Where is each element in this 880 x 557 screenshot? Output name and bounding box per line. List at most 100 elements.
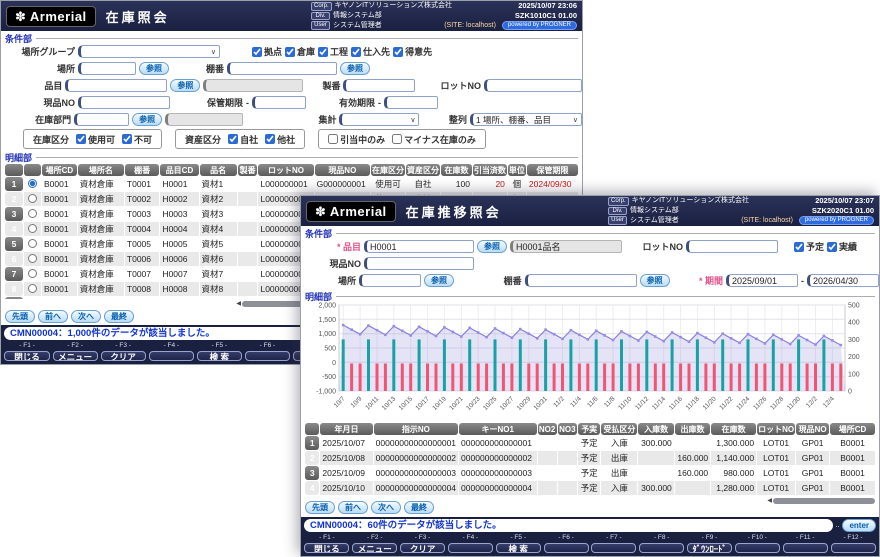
f5-button[interactable]: 検 索 [496,543,541,554]
page-last-button[interactable]: 最終 [104,310,134,323]
checkbox-minus-only[interactable]: マイナス在庫のみ [392,133,476,146]
f2-button[interactable]: メニュー [53,351,98,362]
shelf-input[interactable] [525,274,637,287]
row-select-radio[interactable] [28,209,37,218]
lot-input[interactable] [686,240,778,253]
checkbox-shiiresaki[interactable]: 仕入先 [351,45,390,58]
svg-text:11/28: 11/28 [769,395,785,411]
page-prev-button[interactable]: 前へ [338,501,368,514]
row-select-cell[interactable] [24,237,41,251]
row-select-radio[interactable] [28,224,37,233]
unusable-checkbox[interactable] [122,134,132,144]
checkbox-other[interactable]: 他社 [265,133,295,146]
actual-checkbox[interactable] [827,242,837,252]
seiban-input[interactable] [343,79,415,92]
kyoten-checkbox[interactable] [252,47,262,57]
table-row[interactable]: 32025/10/0900000000000000003000000000000… [305,466,875,480]
item-input[interactable] [65,79,167,92]
page-last-button[interactable]: 最終 [404,501,434,514]
place-input[interactable] [359,274,421,287]
row-select-radio[interactable] [28,179,37,188]
row-select-radio[interactable] [28,284,37,293]
place-group-select[interactable]: ∨ [78,45,220,58]
row-select-cell[interactable] [24,177,41,191]
yuko-limit-input[interactable] [384,96,438,109]
shelf-ref-button[interactable]: 参照 [640,274,670,287]
row-select-radio[interactable] [28,269,37,278]
item-ref-button[interactable]: 参照 [477,240,507,253]
table-row[interactable]: 1B0001資材倉庫T0001H0001資材1L000000001G000000… [5,177,578,191]
page-first-button[interactable]: 先頭 [5,310,35,323]
dept-input[interactable] [74,113,129,126]
checkbox-kyoten[interactable]: 拠点 [252,45,282,58]
table-row[interactable]: 42025/10/1000000000000000004000000000000… [305,481,875,495]
f1-button[interactable]: 閉じる [4,351,49,362]
item-input[interactable] [364,240,474,253]
sort-select[interactable]: 1 場所、棚番、品目∨ [470,113,582,126]
checkbox-koutei[interactable]: 工程 [318,45,348,58]
row-select-cell[interactable] [24,267,41,281]
cell: B0001 [42,252,77,266]
row-select-cell[interactable] [24,252,41,266]
row-select-radio[interactable] [28,299,37,300]
checkbox-allocated-only[interactable]: 引当中のみ [328,133,385,146]
row-select-cell[interactable] [24,222,41,236]
row-select-radio[interactable] [28,254,37,263]
page-first-button[interactable]: 先頭 [305,501,335,514]
koutei-checkbox[interactable] [318,47,328,57]
row-select-cell[interactable] [24,282,41,296]
usable-checkbox[interactable] [76,134,86,144]
row-select-radio[interactable] [28,194,37,203]
shelf-input[interactable] [227,62,337,75]
f2-button[interactable]: メニュー [352,543,397,554]
table-row[interactable]: 22025/10/0800000000000000002000000000000… [305,451,875,465]
tokuisaki-checkbox[interactable] [393,47,403,57]
row-select-radio[interactable] [28,239,37,248]
row-select-cell[interactable] [24,207,41,221]
cell: 1,300.000 [711,436,756,450]
checkbox-unusable[interactable]: 不可 [122,133,152,146]
place-input[interactable] [78,62,136,75]
period-to-input[interactable] [807,274,879,287]
scroll-left-icon[interactable]: ◀ [767,498,772,504]
shiiresaki-checkbox[interactable] [351,47,361,57]
checkbox-plan[interactable]: 予定 [794,240,824,253]
hokan-limit-input[interactable] [252,96,306,109]
scroll-left-icon[interactable]: ◀ [236,301,241,307]
checkbox-own[interactable]: 自社 [228,133,258,146]
f3-button[interactable]: クリア [101,351,146,362]
place-ref-button[interactable]: 参照 [139,62,169,75]
souko-checkbox[interactable] [285,47,295,57]
lot-input[interactable] [484,79,582,92]
period-from-input[interactable] [726,274,798,287]
item-ref-button[interactable]: 参照 [170,79,200,92]
scrollbar-thumb[interactable] [773,498,875,504]
f1-button[interactable]: 閉じる [304,543,349,554]
table-row[interactable]: 12025/10/0700000000000000001000000000000… [305,436,875,450]
page-next-button[interactable]: 次へ [71,310,101,323]
own-checkbox[interactable] [228,134,238,144]
page-prev-button[interactable]: 前へ [38,310,68,323]
checkbox-usable[interactable]: 使用可 [76,133,115,146]
f3-button[interactable]: クリア [400,543,445,554]
cell: GP01 [796,481,829,495]
genpin-input[interactable] [78,96,170,109]
allocated-only-checkbox[interactable] [328,134,338,144]
enter-button[interactable]: enter [842,519,876,532]
checkbox-tokuisaki[interactable]: 得意先 [393,45,432,58]
f9-button[interactable]: ﾀﾞｳﾝﾛｰﾄﾞ [687,543,732,554]
row-select-cell[interactable] [24,192,41,206]
shelf-ref-button[interactable]: 参照 [340,62,370,75]
checkbox-actual[interactable]: 実績 [827,240,857,253]
plan-checkbox[interactable] [794,242,804,252]
minus-only-checkbox[interactable] [392,134,402,144]
other-checkbox[interactable] [265,134,275,144]
f5-button[interactable]: 検 索 [197,351,242,362]
place-ref-button[interactable]: 参照 [424,274,454,287]
sum-select[interactable]: ∨ [339,113,419,126]
checkbox-souko[interactable]: 倉庫 [285,45,315,58]
row-select-cell[interactable] [24,297,41,299]
genpin-input[interactable] [364,257,474,270]
dept-ref-button[interactable]: 参照 [132,113,162,126]
page-next-button[interactable]: 次へ [371,501,401,514]
